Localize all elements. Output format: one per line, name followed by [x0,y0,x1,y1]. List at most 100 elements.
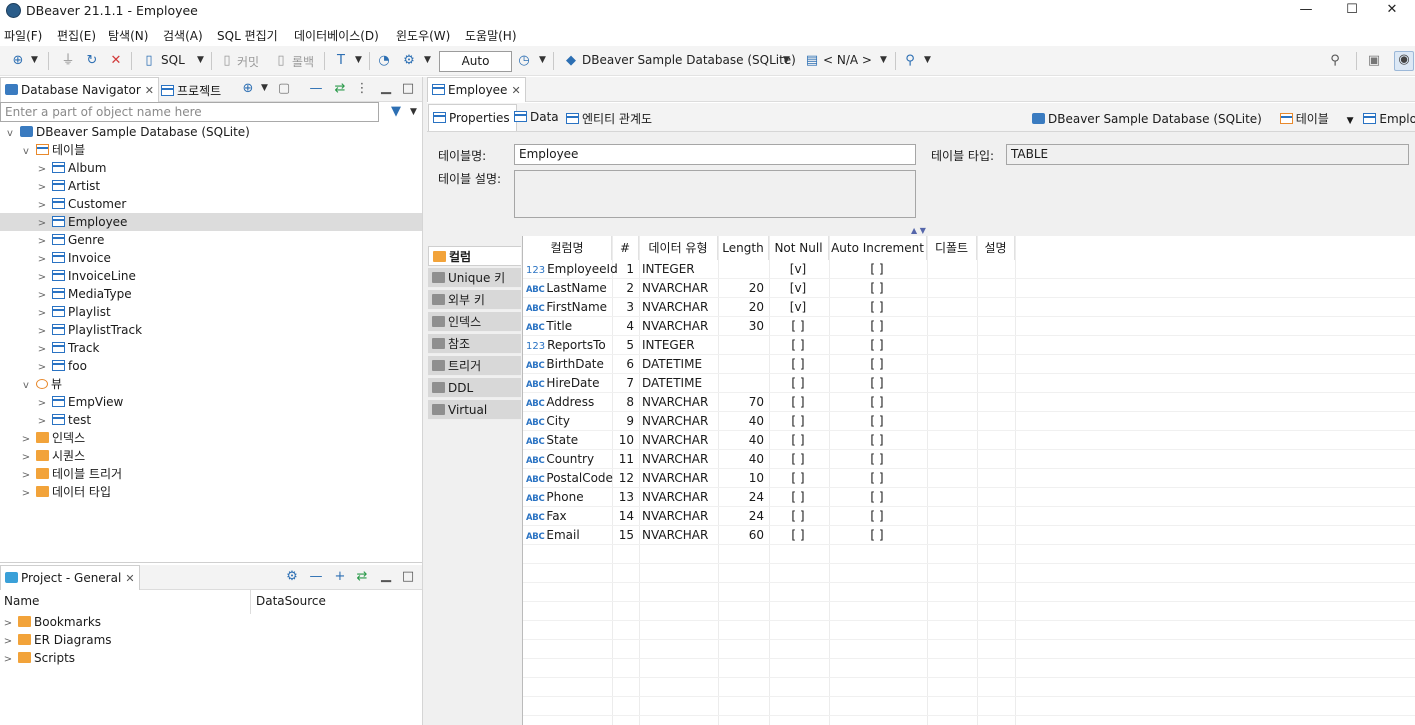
active-datasource-selector[interactable]: DBeaver Sample Database (SQLite) [582,53,796,67]
grid-cell-name[interactable]: ABC Fax [526,507,607,526]
tree-node-table[interactable]: > Artist [0,177,422,195]
dbeaver-perspective-icon[interactable]: ◉ [1394,51,1414,71]
grid-cell-auto-inc[interactable]: [ ] [832,450,922,469]
grid-cell-length[interactable] [721,336,764,355]
link-with-editor-icon[interactable]: ⇄ [354,569,370,585]
history-icon[interactable]: ◷ [516,53,532,69]
sql-editor-icon[interactable]: ▯ [141,53,157,69]
chevron-down-icon[interactable]: ▼ [31,55,38,65]
grid-cell-pos[interactable]: 13 [615,488,634,507]
grid-cell-length[interactable] [721,260,764,279]
maximize-view-icon[interactable]: □ [400,81,416,97]
breadcrumb-folder[interactable]: 테이블 [1296,112,1329,126]
chevron-right-icon[interactable]: > [20,485,32,503]
project-item-bookmarks[interactable]: > Bookmarks [0,613,422,631]
rollback-button[interactable]: 롤백 [292,53,314,70]
grid-cell-not-null[interactable]: [ ] [772,374,824,393]
grid-cell-type[interactable]: NVARCHAR [642,488,713,507]
grid-cell-pos[interactable]: 14 [615,507,634,526]
chevron-down-icon[interactable]: ▼ [1347,116,1354,126]
grid-cell-type[interactable]: NVARCHAR [642,526,713,545]
grid-cell-auto-inc[interactable]: [ ] [832,336,922,355]
tree-node-datatypes-folder[interactable]: > 데이터 타입 [0,483,422,501]
breadcrumb-object[interactable]: Employee [1379,112,1415,126]
close-button[interactable]: ✕ [1369,0,1415,22]
menu-search[interactable]: 검색(A) [163,27,203,44]
grid-cell-auto-inc[interactable]: [ ] [832,412,922,431]
breadcrumb-datasource[interactable]: DBeaver Sample Database (SQLite) [1048,112,1262,126]
grid-cell-not-null[interactable]: [v] [772,279,824,298]
grid-cell-auto-inc[interactable]: [ ] [832,526,922,545]
chevron-down-icon[interactable]: ▼ [197,55,204,65]
tree-node-table[interactable]: > Track [0,339,422,357]
dashboard-icon[interactable]: ◔ [376,53,392,69]
grid-cell-pos[interactable]: 9 [615,412,634,431]
grid-cell-not-null[interactable]: [ ] [772,412,824,431]
grid-header-3[interactable]: Length [718,236,769,260]
grid-cell-pos[interactable]: 15 [615,526,634,545]
grid-header-4[interactable]: Not Null [769,236,829,260]
tree-node-table[interactable]: > Album [0,159,422,177]
tree-node-indexes-folder[interactable]: > 인덱스 [0,429,422,447]
tree-node-tables-folder[interactable]: v 테이블 [0,141,422,159]
menu-database[interactable]: 데이터베이스(D) [294,27,379,44]
project-item-er-diagrams[interactable]: > ER Diagrams [0,631,422,649]
chevron-down-icon[interactable]: ▼ [261,83,268,93]
grid-cell-type[interactable]: NVARCHAR [642,393,713,412]
chevron-down-icon[interactable]: ▼ [410,107,417,117]
tree-node-view[interactable]: > test [0,411,422,429]
grid-cell-length[interactable]: 24 [721,488,764,507]
grid-cell-type[interactable]: NVARCHAR [642,279,713,298]
tab-er-diagram[interactable]: 엔티티 관계도 [562,104,658,131]
grid-cell-pos[interactable]: 12 [615,469,634,488]
tree-node-triggers-folder[interactable]: > 테이블 트리거 [0,465,422,483]
tab-database-navigator[interactable]: Database Navigator ✕ [0,77,160,102]
grid-cell-auto-inc[interactable]: [ ] [832,260,922,279]
grid-cell-not-null[interactable]: [ ] [772,469,824,488]
chevron-down-icon[interactable]: ▼ [924,55,931,65]
grid-cell-not-null[interactable]: [ ] [772,431,824,450]
close-icon[interactable]: ✕ [125,572,134,585]
menu-edit[interactable]: 편집(E) [57,27,96,44]
grid-cell-pos[interactable]: 4 [615,317,634,336]
view-menu-icon[interactable]: ⋮ [354,81,370,97]
grid-cell-pos[interactable]: 2 [615,279,634,298]
side-tab-key[interactable]: Unique 키 [428,268,521,288]
database-tools-icon[interactable]: ⚙ [401,53,417,69]
side-tab-folder[interactable]: 컬럼 [428,246,521,266]
grid-cell-not-null[interactable]: [v] [772,260,824,279]
project-item-scripts[interactable]: > Scripts [0,649,422,667]
grid-cell-not-null[interactable]: [ ] [772,317,824,336]
grid-cell-name[interactable]: ABC HireDate [526,374,607,393]
new-connection-icon[interactable]: ⊕ [240,81,256,97]
new-folder-icon[interactable]: ▢ [276,81,292,97]
tree-node-table[interactable]: > foo [0,357,422,375]
grid-cell-not-null[interactable]: [ ] [772,526,824,545]
grid-cell-type[interactable]: DATETIME [642,355,713,374]
new-connection-icon[interactable]: ⊕ [10,53,26,69]
menu-file[interactable]: 파일(F) [4,27,42,44]
grid-cell-type[interactable]: NVARCHAR [642,450,713,469]
tab-data[interactable]: Data [510,104,565,131]
grid-cell-not-null[interactable]: [ ] [772,450,824,469]
grid-cell-pos[interactable]: 3 [615,298,634,317]
sql-button[interactable]: SQL [161,53,185,67]
grid-cell-type[interactable]: NVARCHAR [642,431,713,450]
grid-cell-auto-inc[interactable]: [ ] [832,393,922,412]
grid-cell-name[interactable]: ABC FirstName [526,298,607,317]
grid-cell-length[interactable] [721,374,764,393]
minimize-view-icon[interactable]: ▁ [378,80,394,96]
grid-header-6[interactable]: 디폴트 [927,236,977,260]
grid-cell-pos[interactable]: 8 [615,393,634,412]
grid-cell-name[interactable]: 123 EmployeeId [526,260,618,279]
tree-node-table[interactable]: > Invoice [0,249,422,267]
grid-cell-not-null[interactable]: [ ] [772,488,824,507]
grid-cell-name[interactable]: ABC LastName [526,279,607,298]
sash-arrows-icon[interactable]: ▲ ▼ [911,226,926,235]
grid-cell-auto-inc[interactable]: [ ] [832,279,922,298]
grid-cell-pos[interactable]: 5 [615,336,634,355]
global-search-icon[interactable]: ⚲ [1327,53,1343,69]
tree-node-sequences-folder[interactable]: > 시퀀스 [0,447,422,465]
grid-cell-name[interactable]: ABC City [526,412,607,431]
grid-cell-auto-inc[interactable]: [ ] [832,317,922,336]
